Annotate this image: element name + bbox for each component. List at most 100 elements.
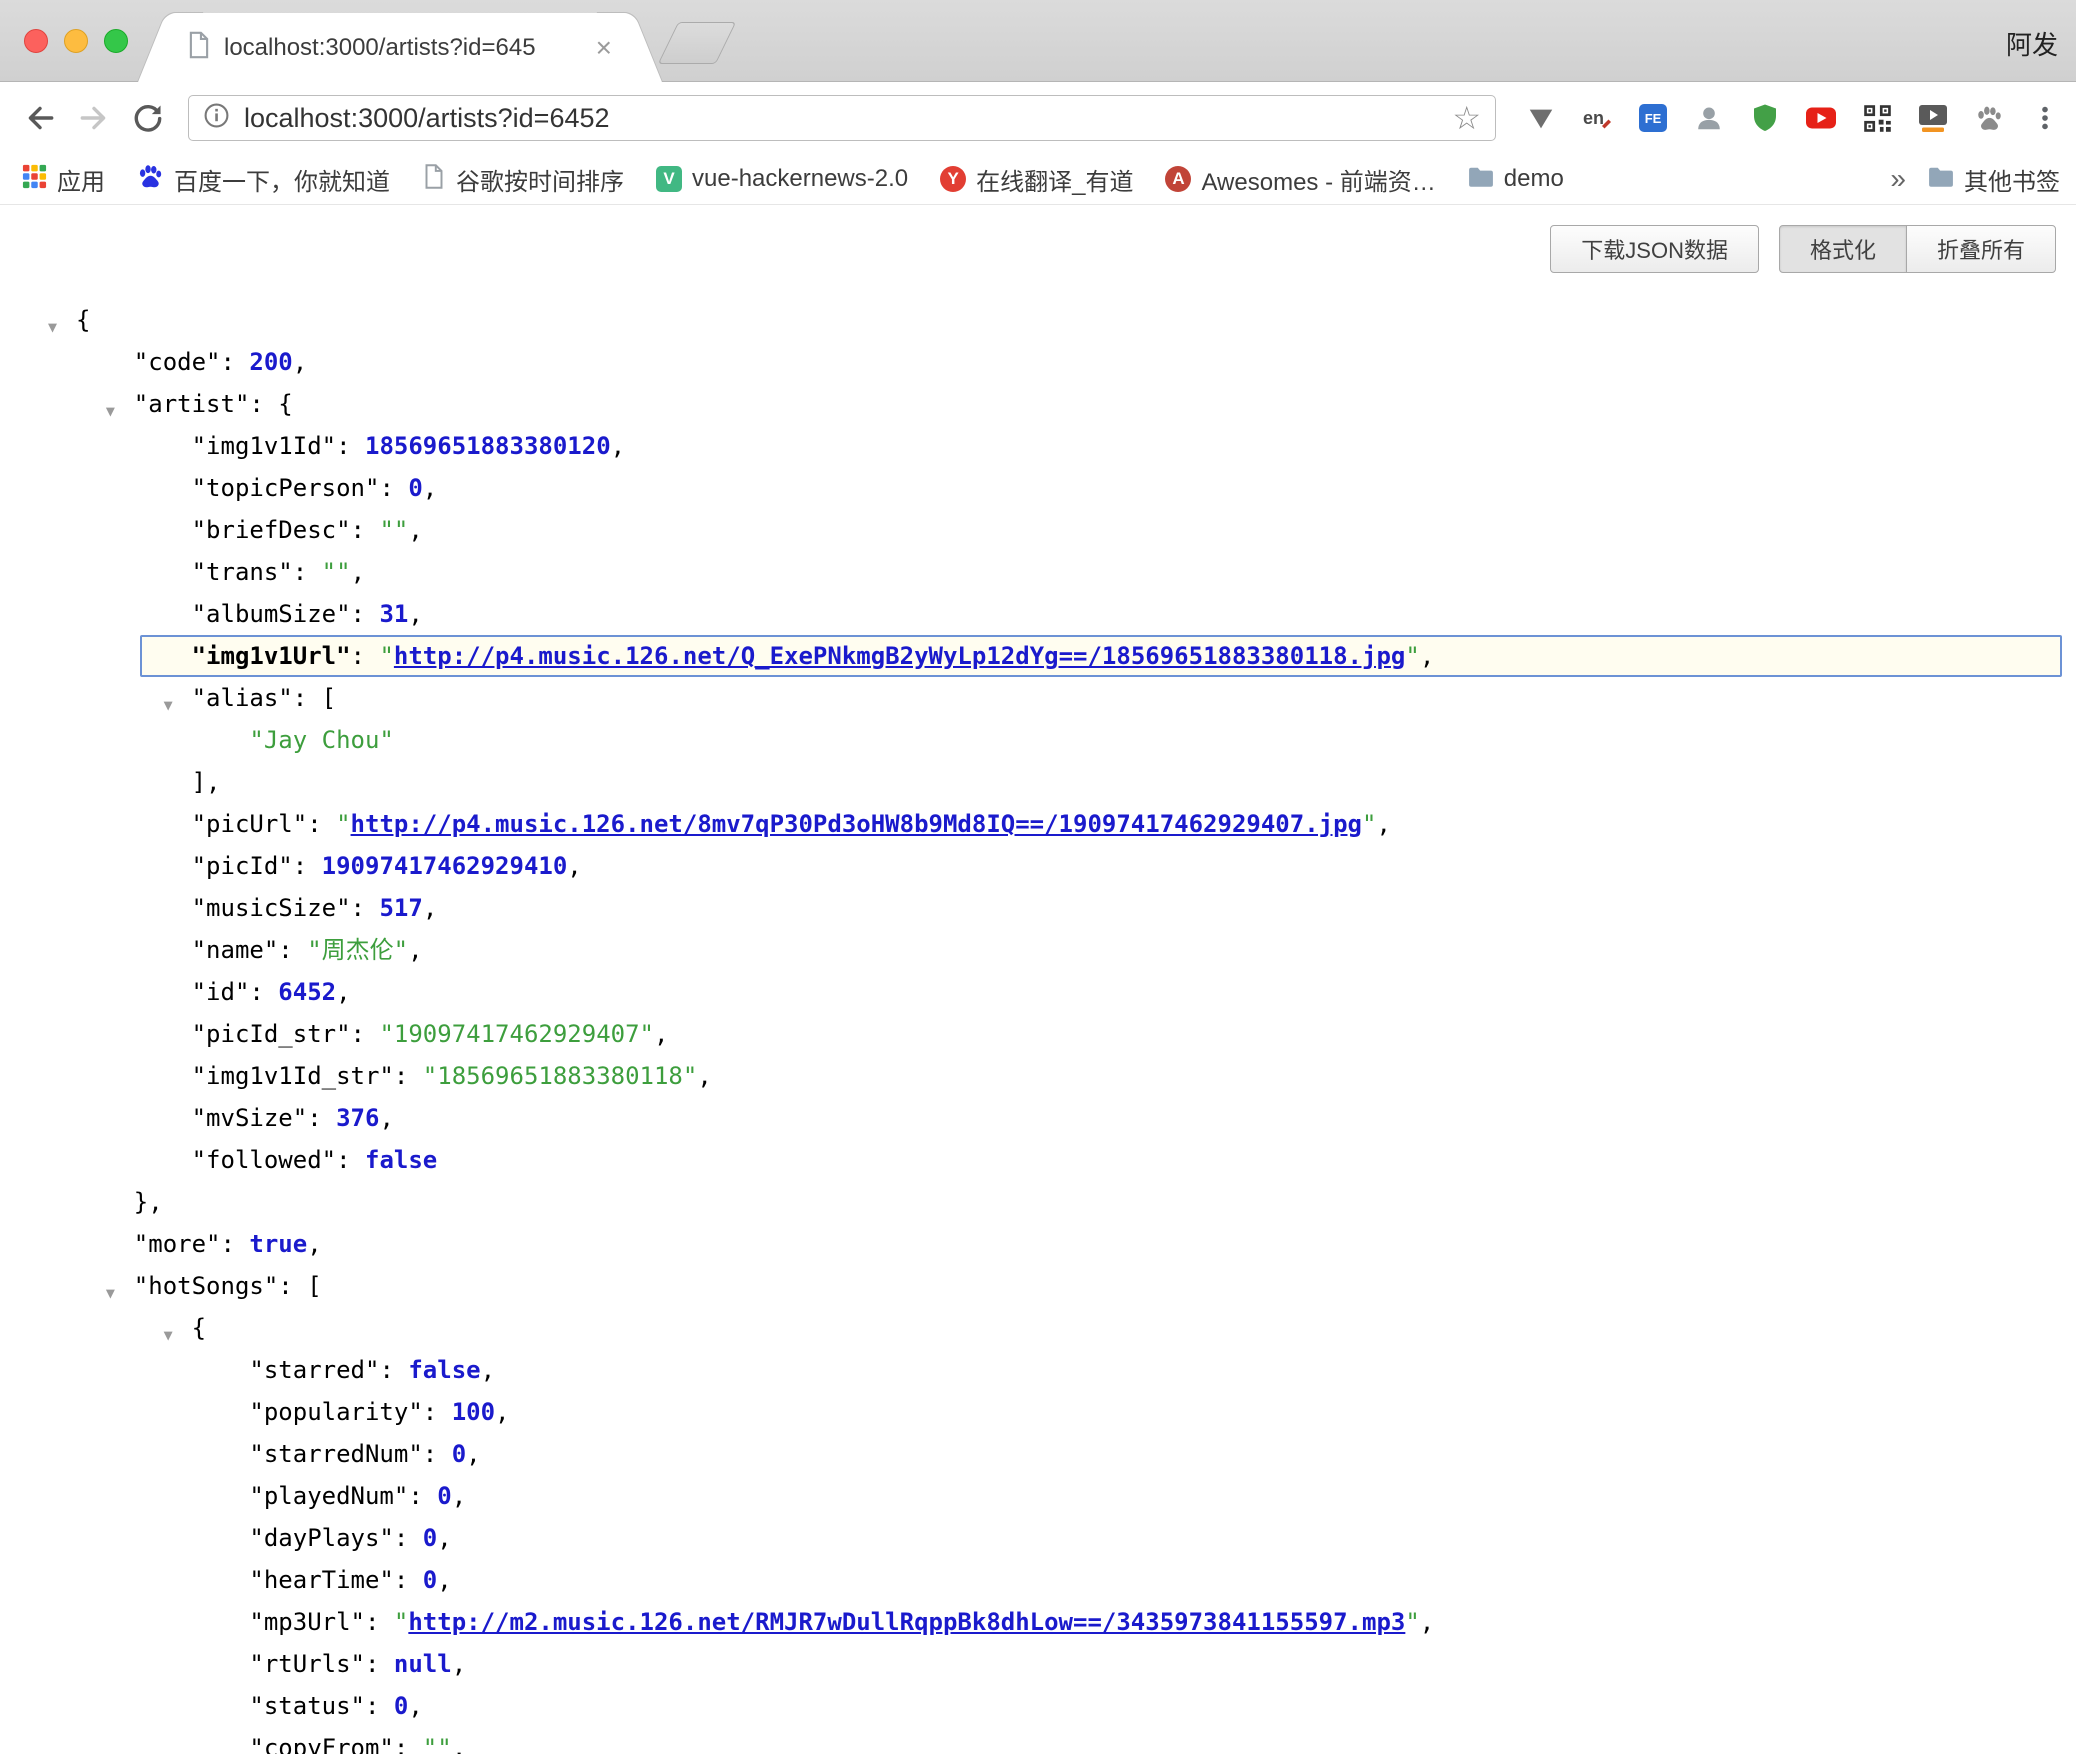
json-token-key: "followed" (192, 1146, 337, 1174)
bookmarks-right-cluster: » 其他书签 (1880, 154, 2060, 204)
profile-person-icon[interactable] (1692, 101, 1726, 135)
json-token-punct: : (307, 1104, 336, 1132)
new-tab-button[interactable] (658, 22, 736, 64)
fe-extension-icon[interactable]: FE (1636, 101, 1670, 135)
json-token-string: " (1362, 810, 1376, 838)
json-token-key: "img1v1Id_str" (192, 1062, 394, 1090)
json-token-punct: : (351, 642, 380, 670)
qr-code-extension-icon[interactable] (1860, 101, 1894, 135)
json-line: "Jay Chou" (76, 719, 2062, 761)
profile-name[interactable]: 阿发 (2006, 25, 2058, 62)
paw-extension-icon[interactable] (1972, 101, 2006, 135)
browser-menu-button[interactable] (2028, 101, 2062, 135)
json-token-punct: : (365, 1608, 394, 1636)
json-token-key: "topicPerson" (192, 474, 380, 502)
json-token-string: "" (423, 1734, 452, 1754)
json-line-content: "picId_str": "19097417462929407", (76, 1020, 668, 1048)
json-token-punct: : (351, 600, 380, 628)
folder-icon (1928, 166, 1954, 193)
json-token-punct: , (351, 558, 365, 586)
bookmark-vue-hackernews[interactable]: V vue-hackernews-2.0 (656, 165, 908, 193)
json-token-key: "picUrl" (192, 810, 308, 838)
url-text: localhost:3000/artists?id=6452 (244, 103, 610, 134)
collapse-toggle-icon[interactable]: ▼ (48, 306, 57, 348)
json-token-punct: : (351, 516, 380, 544)
json-line-content: "picUrl": "http://p4.music.126.net/8mv7q… (76, 810, 1391, 838)
json-token-punct: , (423, 894, 437, 922)
json-token-punct: , (495, 1398, 509, 1426)
back-button[interactable] (18, 96, 62, 140)
page-document-icon (422, 163, 446, 195)
youtube-extension-icon[interactable] (1804, 101, 1838, 135)
json-token-key: "playedNum" (249, 1482, 408, 1510)
window-close-button[interactable] (24, 29, 48, 53)
extension-icons: en FE (1524, 101, 2062, 135)
json-token-punct: : (336, 432, 365, 460)
page-info-icon[interactable] (203, 102, 230, 134)
json-line-content: "img1v1Url": "http://p4.music.126.net/Q_… (76, 642, 1434, 670)
json-url-link[interactable]: http://p4.music.126.net/8mv7qP30Pd3oHW8b… (351, 810, 1362, 838)
json-token-key: "musicSize" (192, 894, 351, 922)
json-token-number: false (365, 1146, 437, 1174)
json-line-content: "hearTime": 0, (76, 1566, 452, 1594)
json-token-key: "more" (134, 1230, 221, 1258)
json-line: "copyFrom": "", (76, 1727, 2062, 1754)
json-url-link[interactable]: http://p4.music.126.net/Q_ExePNkmgB2yWyL… (394, 642, 1405, 670)
json-token-punct: , (408, 1692, 422, 1720)
player-extension-icon[interactable] (1916, 101, 1950, 135)
apps-grid-icon (22, 164, 47, 194)
json-line-content: "id": 6452, (76, 978, 351, 1006)
json-token-key: "img1v1Url" (192, 642, 351, 670)
json-line-content: "name": "周杰伦", (76, 936, 423, 964)
bookmark-folder-demo[interactable]: demo (1468, 165, 1564, 193)
browser-tab[interactable]: localhost:3000/artists?id=645 × (170, 13, 630, 82)
forward-button[interactable] (72, 96, 116, 140)
json-token-punct: , (697, 1062, 711, 1090)
reload-button[interactable] (126, 96, 170, 140)
json-url-link[interactable]: http://m2.music.126.net/RMJR7wDullRqppBk… (408, 1608, 1405, 1636)
bookmarks-overflow-chevron-icon[interactable]: » (1890, 165, 1906, 193)
json-token-key: "code" (134, 348, 221, 376)
json-line-content: "starredNum": 0, (76, 1440, 481, 1468)
json-line: ], (76, 761, 2062, 803)
bookmark-youdao-translate[interactable]: Y 在线翻译_有道 (940, 162, 1133, 197)
bookmark-apps[interactable]: 应用 (22, 162, 105, 197)
json-token-string: "18569651883380118" (423, 1062, 698, 1090)
json-line-content: "img1v1Id": 18569651883380120, (76, 432, 625, 460)
window-minimize-button[interactable] (64, 29, 88, 53)
bookmark-awesomes[interactable]: A Awesomes - 前端资… (1165, 162, 1435, 197)
format-button[interactable]: 格式化 (1779, 225, 1907, 273)
json-token-number: 0 (408, 474, 422, 502)
tab-favicon-page-icon (186, 30, 212, 65)
json-token-punct: : (336, 1146, 365, 1174)
address-bar[interactable]: localhost:3000/artists?id=6452 ☆ (188, 95, 1496, 141)
json-token-punct: , (1420, 1608, 1434, 1636)
json-line-content: "img1v1Id_str": "18569651883380118", (76, 1062, 712, 1090)
json-line: "albumSize": 31, (76, 593, 2062, 635)
other-bookmarks-folder[interactable]: 其他书签 (1928, 162, 2060, 197)
json-line-content: "status": 0, (76, 1692, 423, 1720)
youdao-dict-extension-icon[interactable]: en (1580, 101, 1614, 135)
json-line: "img1v1Id_str": "18569651883380118", (76, 1055, 2062, 1097)
json-line: "mp3Url": "http://m2.music.126.net/RMJR7… (76, 1601, 2062, 1643)
window-zoom-button[interactable] (104, 29, 128, 53)
browser-toolbar: localhost:3000/artists?id=6452 ☆ en FE (0, 82, 2076, 154)
json-token-number: 0 (394, 1692, 408, 1720)
json-token-number: null (394, 1650, 452, 1678)
collapse-all-button[interactable]: 折叠所有 (1906, 225, 2056, 273)
bookmark-google-sort[interactable]: 谷歌按时间排序 (422, 162, 624, 197)
bookmark-star-icon[interactable]: ☆ (1452, 102, 1481, 134)
json-token-punct: , (452, 1650, 466, 1678)
three-dot-menu-icon (2030, 103, 2060, 133)
tab-close-icon[interactable]: × (594, 34, 614, 62)
svg-text:en: en (1583, 108, 1604, 128)
json-line-content: ▼ "artist": { (76, 390, 293, 418)
json-line: "name": "周杰伦", (76, 929, 2062, 971)
shield-extension-icon[interactable] (1748, 101, 1782, 135)
download-json-button[interactable]: 下载JSON数据 (1550, 225, 1759, 273)
baidu-paw-icon (137, 163, 164, 195)
bookmark-baidu[interactable]: 百度一下，你就知道 (137, 162, 390, 197)
json-token-key: "trans" (192, 558, 293, 586)
bookmark-label: 百度一下，你就知道 (174, 162, 390, 197)
vimium-extension-icon[interactable] (1524, 101, 1558, 135)
